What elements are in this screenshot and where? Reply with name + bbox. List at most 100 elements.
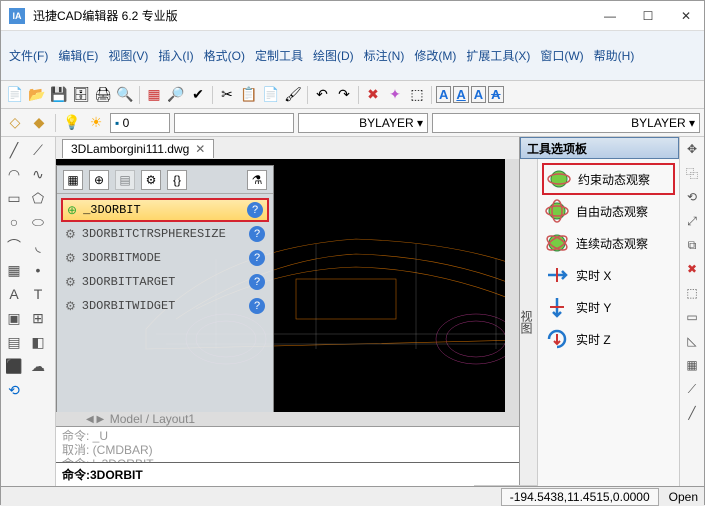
mtext-icon[interactable]: T xyxy=(27,283,49,305)
menu-file[interactable]: 文件(F) xyxy=(9,47,48,64)
suggest-item[interactable]: ⚙3DORBITWIDGET? xyxy=(61,294,269,318)
menu-draw[interactable]: 绘图(D) xyxy=(313,47,354,64)
tab-close-icon[interactable]: ✕ xyxy=(195,142,205,156)
orbit-free[interactable]: 自由动态观察 xyxy=(542,195,675,227)
linetype-dropdown[interactable] xyxy=(174,113,294,133)
offset-icon[interactable]: ▭ xyxy=(682,307,702,327)
hatch-icon[interactable]: ▦ xyxy=(3,259,25,281)
print-icon[interactable]: 🖨 xyxy=(93,85,113,105)
copy-icon[interactable]: 📋 xyxy=(239,85,259,105)
op-grid-icon[interactable]: ▦ xyxy=(63,170,83,190)
saveall-icon[interactable]: 🗄 xyxy=(71,85,91,105)
earc-icon[interactable]: ◟ xyxy=(27,235,49,257)
maximize-button[interactable]: ☐ xyxy=(638,6,658,26)
block-icon[interactable]: ▣ xyxy=(3,307,25,329)
menu-window[interactable]: 窗口(W) xyxy=(540,47,583,64)
close-button[interactable]: ✕ xyxy=(676,6,696,26)
op-gear-icon[interactable]: ⚙ xyxy=(141,170,161,190)
open-icon[interactable]: 📂 xyxy=(27,85,47,105)
layer-icon[interactable]: ◇ xyxy=(5,113,25,133)
realtime-y[interactable]: 实时 Y xyxy=(542,291,675,323)
doc-tab[interactable]: 3DLamborgini111.dwg ✕ xyxy=(62,139,214,158)
suggest-3dorbit[interactable]: ⊕ _3DORBIT ? xyxy=(61,198,269,222)
spline-icon[interactable]: ∿ xyxy=(27,163,49,185)
new-icon[interactable]: 📄 xyxy=(5,85,25,105)
menu-dim[interactable]: 标注(N) xyxy=(364,47,405,64)
orbit-constrained[interactable]: 约束动态观察 xyxy=(542,163,675,195)
arc2-icon[interactable]: ⌒ xyxy=(3,235,25,257)
light-icon[interactable]: 💡 xyxy=(62,113,82,133)
express-icon[interactable]: ⟲ xyxy=(3,379,25,401)
poly-icon[interactable]: ⬠ xyxy=(27,187,49,209)
spell-icon[interactable]: ✔ xyxy=(188,85,208,105)
group-icon[interactable]: ⬚ xyxy=(407,85,427,105)
op-target-icon[interactable]: ⊕ xyxy=(89,170,109,190)
join-icon[interactable]: ╱ xyxy=(682,403,702,423)
menu-ext[interactable]: 扩展工具(X) xyxy=(466,47,530,64)
text-a4[interactable]: A xyxy=(488,86,503,103)
trim-icon[interactable]: ✖ xyxy=(682,259,702,279)
break-icon[interactable]: ⟋ xyxy=(682,379,702,399)
text-icon[interactable]: A xyxy=(3,283,25,305)
minimize-button[interactable]: — xyxy=(600,6,620,26)
realtime-x[interactable]: 实时 X xyxy=(542,259,675,291)
menu-modify[interactable]: 修改(M) xyxy=(414,47,456,64)
drawing-canvas[interactable]: ▦ ⊕ ▤ ⚙ {} ⚗ ⊕ _3DORBIT ? ⚙3DORBITCTRSPH… xyxy=(56,159,519,426)
rect-icon[interactable]: ▭ xyxy=(3,187,25,209)
palette-tabs[interactable]: 视图 三维动态 绘图顺序 xyxy=(520,159,538,486)
realtime-z[interactable]: 实时 Z xyxy=(542,323,675,355)
copy2-icon[interactable]: ⿻ xyxy=(682,163,702,183)
text-a2[interactable]: A xyxy=(453,86,468,103)
insert-icon[interactable]: ⊞ xyxy=(27,307,49,329)
erase-icon[interactable]: ✖ xyxy=(363,85,383,105)
layerprev-icon[interactable]: ◆ xyxy=(29,113,49,133)
suggest-item[interactable]: ⚙3DORBITMODE? xyxy=(61,246,269,270)
sun-icon[interactable]: ☀ xyxy=(86,113,106,133)
redo-icon[interactable]: ↷ xyxy=(334,85,354,105)
explode-icon[interactable]: ✦ xyxy=(385,85,405,105)
op-brace-icon[interactable]: {} xyxy=(167,170,187,190)
pdf-icon[interactable]: ▦ xyxy=(144,85,164,105)
menu-format[interactable]: 格式(O) xyxy=(204,47,245,64)
region-icon[interactable]: ◧ xyxy=(27,331,49,353)
revcloud-icon[interactable]: ☁ xyxy=(27,355,49,377)
menu-help[interactable]: 帮助(H) xyxy=(594,47,635,64)
menu-insert[interactable]: 插入(I) xyxy=(158,47,193,64)
find-icon[interactable]: 🔎 xyxy=(166,85,186,105)
save-icon[interactable]: 💾 xyxy=(49,85,69,105)
wipeout-icon[interactable]: ⬛ xyxy=(3,355,25,377)
text-a3[interactable]: A xyxy=(471,86,486,103)
vscrollbar[interactable] xyxy=(505,159,519,426)
hscrollbar[interactable]: ◀ ▶ Model / Layout1 xyxy=(56,412,519,426)
suggest-item[interactable]: ⚙3DORBITCTRSPHERESIZE? xyxy=(61,222,269,246)
menu-edit[interactable]: 编辑(E) xyxy=(58,47,98,64)
menu-view[interactable]: 视图(V) xyxy=(108,47,148,64)
point-icon[interactable]: • xyxy=(27,259,49,281)
cut-icon[interactable]: ✂ xyxy=(217,85,237,105)
menu-custom[interactable]: 定制工具 xyxy=(255,47,303,64)
help-icon[interactable]: ? xyxy=(247,202,263,218)
mirror-icon[interactable]: ⧉ xyxy=(682,235,702,255)
circle-icon[interactable]: ○ xyxy=(3,211,25,233)
array-icon[interactable]: ▦ xyxy=(682,355,702,375)
preview-icon[interactable]: 🔍 xyxy=(115,85,135,105)
extend-icon[interactable]: ⬚ xyxy=(682,283,702,303)
pline-icon[interactable]: ⟋ xyxy=(27,139,49,161)
suggest-item[interactable]: ⚙3DORBITTARGET? xyxy=(61,270,269,294)
fillet-icon[interactable]: ◺ xyxy=(682,331,702,351)
arc-icon[interactable]: ◠ xyxy=(3,163,25,185)
ellipse-icon[interactable]: ⬭ xyxy=(27,211,49,233)
undo-icon[interactable]: ↶ xyxy=(312,85,332,105)
lineweight-dropdown[interactable]: BYLAYER ▾ xyxy=(432,113,700,133)
color-dropdown[interactable]: BYLAYER ▾ xyxy=(298,113,428,133)
move-icon[interactable]: ✥ xyxy=(682,139,702,159)
rotate-icon[interactable]: ⟲ xyxy=(682,187,702,207)
match-icon[interactable]: 🖌 xyxy=(283,85,303,105)
paste-icon[interactable]: 📄 xyxy=(261,85,281,105)
op-link-icon[interactable]: ▤ xyxy=(115,170,135,190)
scale-icon[interactable]: ⤢ xyxy=(682,211,702,231)
command-input[interactable]: 命令: 3DORBIT xyxy=(56,462,519,486)
text-a1[interactable]: A xyxy=(436,86,451,103)
op-flask-icon[interactable]: ⚗ xyxy=(247,170,267,190)
line-icon[interactable]: ╱ xyxy=(3,139,25,161)
